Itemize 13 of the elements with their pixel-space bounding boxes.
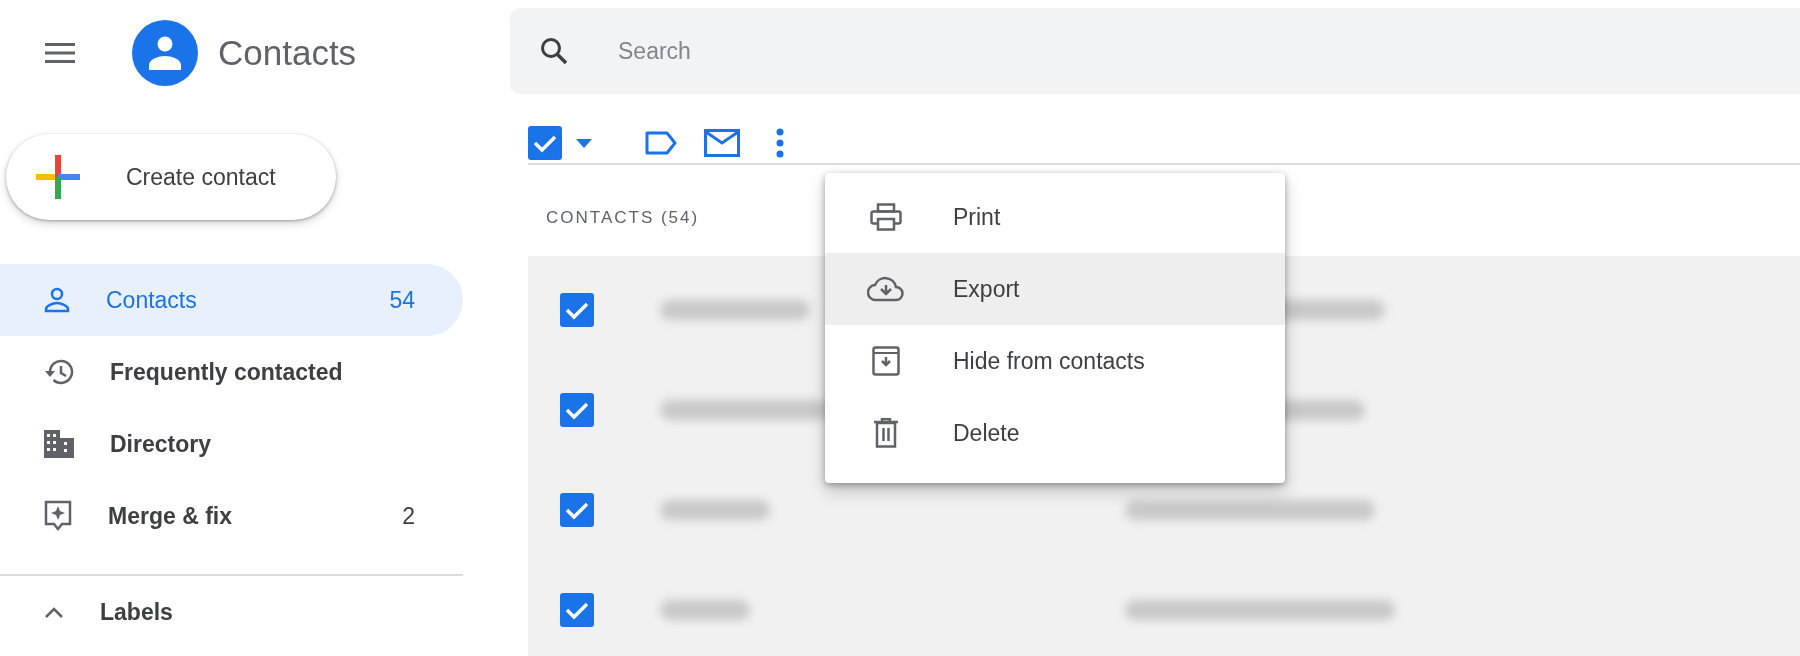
menu-item[interactable]: Print [825, 181, 1285, 253]
sidebar-item[interactable]: Frequently contacted [0, 336, 463, 408]
list-heading: CONTACTS (54) [546, 206, 700, 229]
menu-item[interactable]: Delete [825, 397, 1285, 469]
menu-item[interactable]: Hide from contacts [825, 325, 1285, 397]
app-title: Contacts [218, 31, 357, 74]
sidebar-item[interactable]: Merge & fix 2 [0, 480, 463, 552]
menu-item[interactable]: Export [825, 253, 1285, 325]
sidebar-item[interactable]: Directory [0, 408, 463, 480]
labels-section-header[interactable]: Labels [0, 576, 463, 648]
sidebar-item[interactable]: Contacts 54 [0, 264, 463, 336]
search-field[interactable]: Search [510, 8, 1800, 94]
create-contact-button[interactable]: Create contact [6, 134, 336, 220]
